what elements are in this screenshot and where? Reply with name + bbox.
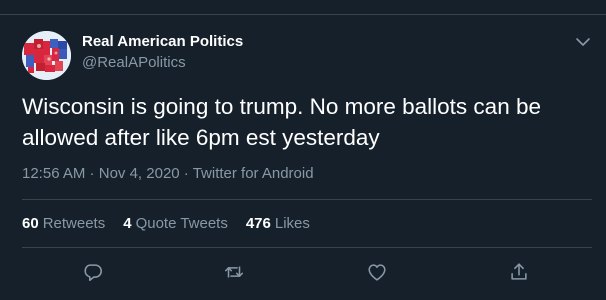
- tweet-text: Wisconsin is going to trump. No more bal…: [22, 94, 541, 150]
- more-options-chevron-icon[interactable]: [572, 31, 594, 53]
- quote-tweets-count: 4: [123, 215, 132, 232]
- display-name[interactable]: Real American Politics: [82, 33, 243, 50]
- likes-count: 476: [245, 215, 271, 232]
- tweet-meta: 12:56 AM · Nov 4, 2020 · Twitter for And…: [22, 165, 314, 182]
- like-icon[interactable]: [364, 259, 390, 285]
- us-election-map-icon: [22, 31, 71, 80]
- tweet-actions: [22, 259, 592, 287]
- likes-label: Likes: [274, 215, 310, 232]
- tweet-source[interactable]: Twitter for Android: [193, 165, 314, 182]
- reply-icon[interactable]: [80, 259, 106, 285]
- tweet-time[interactable]: 12:56 AM: [22, 165, 85, 182]
- likes-stat[interactable]: 476 Likes: [246, 215, 310, 232]
- retweets-label: Retweets: [42, 215, 106, 232]
- user-handle[interactable]: @RealAPolitics: [82, 54, 186, 71]
- tweet-card: Real American Politics @RealAPolitics Wi…: [0, 15, 606, 300]
- retweets-count: 60: [22, 215, 39, 232]
- stats-bottom-divider: [22, 247, 592, 248]
- share-icon[interactable]: [506, 259, 532, 285]
- avatar[interactable]: [22, 31, 71, 80]
- retweet-icon[interactable]: [221, 259, 247, 285]
- quote-tweets-stat[interactable]: 4 Quote Tweets: [123, 215, 228, 232]
- meta-separator: ·: [85, 165, 99, 182]
- tweet-stats: 60 Retweets 4 Quote Tweets 476 Likes: [22, 215, 328, 232]
- retweets-stat[interactable]: 60 Retweets: [22, 215, 105, 232]
- stats-top-divider: [22, 199, 592, 200]
- tweet-date[interactable]: Nov 4, 2020: [99, 165, 180, 182]
- meta-separator: ·: [179, 165, 193, 182]
- quote-tweets-label: Quote Tweets: [135, 215, 228, 232]
